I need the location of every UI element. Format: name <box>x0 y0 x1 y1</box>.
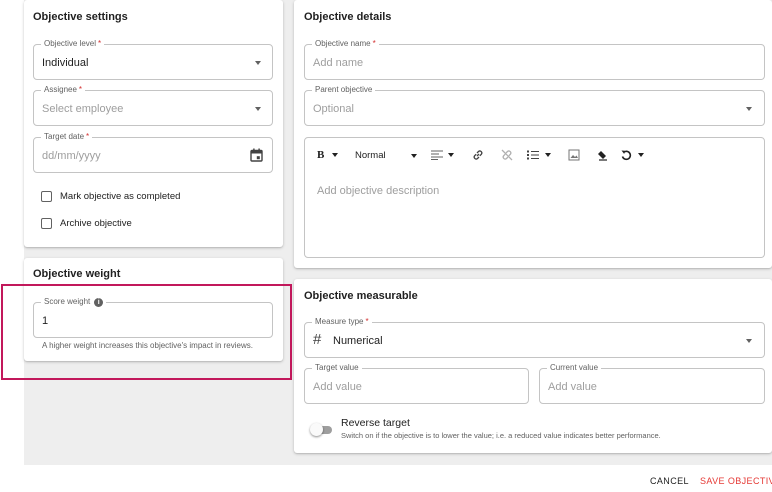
text-style-select[interactable]: Normal <box>355 150 417 161</box>
highlight-frame <box>1 284 292 380</box>
current-value-field[interactable]: Current value Add value <box>539 363 765 404</box>
required-mark: * <box>86 132 90 141</box>
chevron-down-icon <box>255 61 261 65</box>
chevron-down-icon <box>332 153 339 157</box>
image-button[interactable] <box>568 149 580 161</box>
objective-name-placeholder: Add name <box>313 57 364 69</box>
current-value-label: Current value <box>550 363 599 372</box>
text-style-value: Normal <box>355 150 386 161</box>
assignee-label: Assignee <box>44 85 77 94</box>
unlink-icon <box>501 149 513 161</box>
target-date-label: Target date <box>44 132 85 141</box>
chevron-down-icon <box>746 339 752 343</box>
objective-weight-title: Objective weight <box>33 268 121 280</box>
link-button[interactable] <box>472 149 484 161</box>
parent-objective-select[interactable]: Parent objective Optional <box>304 85 765 126</box>
chevron-down-icon <box>255 107 261 111</box>
archive-checkbox[interactable] <box>41 218 52 229</box>
clear-format-icon <box>598 151 607 161</box>
objective-level-label: Objective level <box>44 39 97 48</box>
objective-measurable-card: Objective measurable Measure type * # Num… <box>294 279 772 453</box>
objective-level-select[interactable]: Objective level * Individual <box>33 39 273 80</box>
hash-icon: # <box>313 331 322 348</box>
list-button[interactable] <box>527 150 551 160</box>
required-mark: * <box>98 39 102 48</box>
bold-button[interactable]: B <box>317 149 339 161</box>
chevron-down-icon <box>448 153 454 157</box>
mark-completed-checkbox[interactable] <box>41 191 52 202</box>
reverse-target-toggle[interactable] <box>310 422 334 438</box>
objective-level-value: Individual <box>42 57 89 69</box>
cancel-button[interactable]: CANCEL <box>650 476 689 486</box>
chevron-down-icon <box>746 107 752 111</box>
objective-details-card: Objective details Objective name * Add na… <box>294 0 772 268</box>
calendar-icon[interactable] <box>250 148 263 162</box>
assignee-select[interactable]: Assignee * Select employee <box>33 85 273 126</box>
description-editor[interactable]: B Normal Add objective description <box>304 137 765 258</box>
archive-label: Archive objective <box>60 218 132 229</box>
objective-settings-card: Objective settings Objective level * Indi… <box>24 0 283 247</box>
toggle-thumb <box>310 423 323 436</box>
objective-measurable-title: Objective measurable <box>304 290 418 302</box>
target-value-placeholder: Add value <box>313 381 362 393</box>
undo-icon <box>621 150 632 161</box>
assignee-placeholder: Select employee <box>42 103 124 115</box>
current-value-placeholder: Add value <box>548 381 597 393</box>
unlink-button[interactable] <box>501 149 513 161</box>
parent-objective-placeholder: Optional <box>313 103 354 115</box>
required-mark: * <box>78 85 83 94</box>
target-value-field[interactable]: Target value Add value <box>304 363 529 404</box>
save-objective-button[interactable]: SAVE OBJECTIVE <box>700 476 772 486</box>
link-icon <box>473 150 483 160</box>
required-mark: * <box>372 39 376 48</box>
measure-type-select[interactable]: Measure type * # Numerical <box>304 317 765 358</box>
description-placeholder: Add objective description <box>317 185 440 197</box>
measure-type-value: Numerical <box>333 335 383 347</box>
required-mark: * <box>365 317 369 326</box>
objective-name-field[interactable]: Objective name * Add name <box>304 39 765 80</box>
bold-icon: B <box>317 149 325 161</box>
objective-details-title: Objective details <box>304 11 392 23</box>
chevron-down-icon <box>411 153 417 158</box>
chevron-down-icon <box>638 153 644 157</box>
image-icon <box>568 149 580 161</box>
parent-objective-label: Parent objective <box>315 85 373 94</box>
target-value-label: Target value <box>315 363 359 372</box>
align-button[interactable] <box>431 150 454 160</box>
target-date-field[interactable]: Target date * dd/mm/yyyy <box>33 132 273 173</box>
measure-type-label: Measure type <box>315 317 364 326</box>
mark-completed-label: Mark objective as completed <box>60 191 181 202</box>
reverse-target-description: Switch on if the objective is to lower t… <box>341 431 661 440</box>
clear-format-button[interactable] <box>596 149 608 161</box>
objective-settings-title: Objective settings <box>33 11 128 23</box>
list-icon <box>527 150 539 160</box>
objective-name-label: Objective name <box>315 39 371 48</box>
chevron-down-icon <box>545 153 551 157</box>
target-date-placeholder: dd/mm/yyyy <box>42 150 101 162</box>
reverse-target-label: Reverse target <box>341 417 410 429</box>
undo-button[interactable] <box>620 149 644 161</box>
align-icon <box>431 150 443 160</box>
